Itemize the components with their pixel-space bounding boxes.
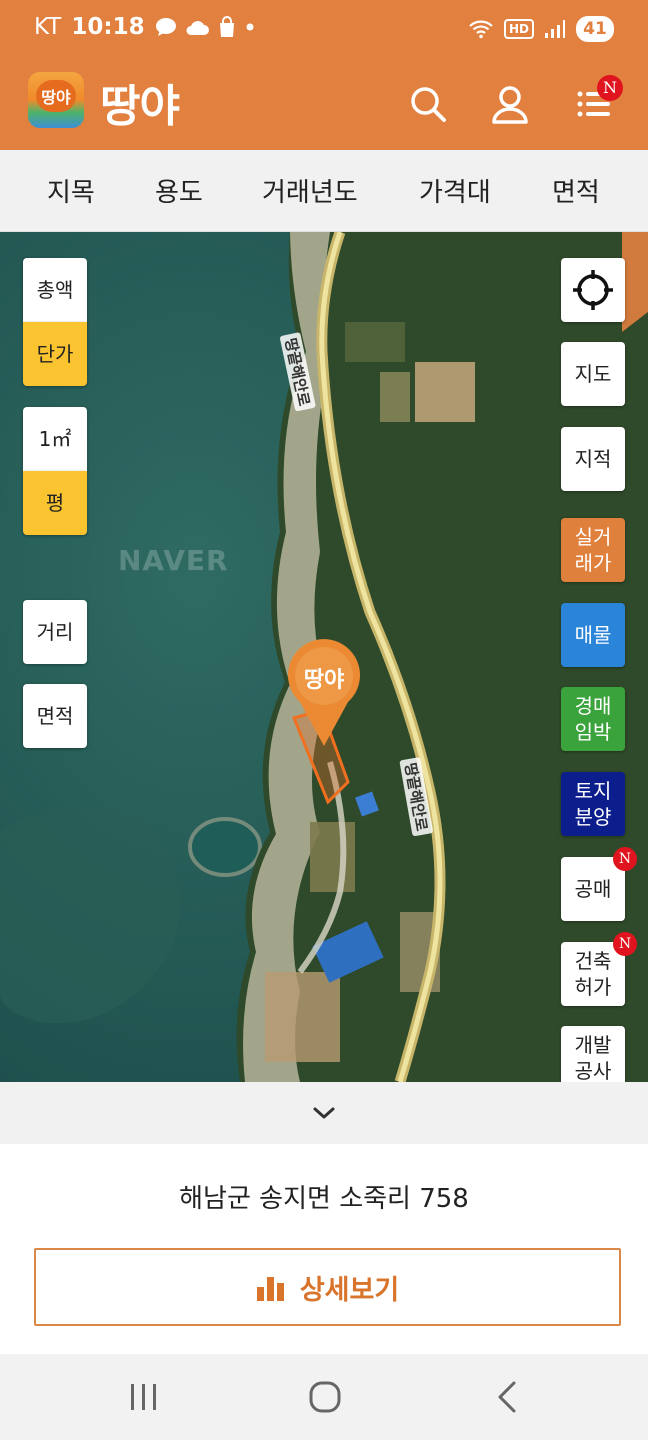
map-layer-button[interactable]: 지도: [561, 342, 625, 406]
filter-zoning[interactable]: 용도: [155, 172, 203, 209]
recent-apps-icon[interactable]: [128, 1380, 160, 1414]
dot-icon: [246, 23, 254, 31]
permit-new-badge: N: [613, 932, 637, 956]
crosshair-icon: [573, 270, 613, 310]
listings-button[interactable]: 매물: [561, 603, 625, 667]
app-logo-text[interactable]: 땅야: [100, 70, 180, 134]
parcel-info-panel: 해남군 송지면 소죽리 758 상세보기: [0, 1144, 648, 1354]
my-location-button[interactable]: [561, 258, 625, 322]
location-marker-pin[interactable]: 땅야: [286, 638, 362, 748]
parcel-address: 해남군 송지면 소죽리 758: [179, 1184, 469, 1214]
battery-indicator: 41: [576, 16, 614, 42]
building-permit-button[interactable]: 건축 허가 N: [561, 932, 637, 1006]
system-navigation-bar: [0, 1354, 648, 1440]
hd-voice-icon: HD: [503, 19, 534, 39]
filter-price-range[interactable]: 가격대: [419, 172, 491, 209]
auction-soon-button[interactable]: 경매 임박: [561, 687, 625, 751]
clock: 10:18: [71, 14, 145, 40]
user-icon[interactable]: [488, 82, 532, 126]
development-work-button[interactable]: 개발 공사: [561, 1026, 625, 1082]
total-price-toggle[interactable]: 총액: [23, 258, 87, 322]
shopping-bag-icon: [219, 16, 234, 37]
dev-label-line1: 개발: [574, 1033, 612, 1057]
land-sale-label-line1: 토지: [574, 779, 612, 803]
marker-label: 땅야: [303, 668, 345, 693]
status-right: HD 41: [468, 16, 614, 42]
distance-measure-button[interactable]: 거리: [23, 600, 87, 664]
unit-price-toggle[interactable]: 단가: [23, 322, 87, 386]
filter-trade-year[interactable]: 거래년도: [262, 172, 358, 209]
view-details-label: 상세보기: [299, 1274, 400, 1306]
filter-land-category[interactable]: 지목: [47, 172, 95, 209]
filter-area[interactable]: 면적: [552, 172, 600, 209]
status-left: KT 10:18: [34, 14, 255, 40]
home-icon[interactable]: [308, 1380, 342, 1414]
signal-icon: [545, 20, 565, 38]
real-trade-label-line2: 래가: [574, 551, 612, 575]
map-view[interactable]: NAVER 땅끝해안로 땅끝해안로 땅야 총액 단가 1㎡ 평 거리 면적 지도…: [0, 232, 648, 1082]
auction-label-line2: 임박: [574, 720, 612, 744]
land-sale-label-line2: 분양: [574, 805, 612, 829]
naver-watermark: NAVER: [118, 544, 229, 577]
pyeong-unit-toggle[interactable]: 평: [23, 471, 87, 535]
app-header: 땅야 땅야 N: [0, 60, 648, 150]
wifi-icon: [469, 20, 493, 39]
search-icon[interactable]: [406, 82, 450, 126]
area-measure-button[interactable]: 면적: [23, 684, 87, 748]
real-trade-price-button[interactable]: 실거 래가: [561, 518, 625, 582]
circular-pond: [188, 817, 262, 877]
view-details-button[interactable]: 상세보기: [34, 1248, 621, 1326]
cadastral-layer-button[interactable]: 지적: [561, 427, 625, 491]
permit-label-line2: 허가: [574, 975, 612, 999]
panel-collapse-bar[interactable]: [0, 1082, 648, 1144]
carrier-label: KT: [34, 14, 62, 40]
back-icon[interactable]: [494, 1380, 520, 1414]
menu-new-badge: N: [597, 75, 623, 101]
logo-badge-label: 땅야: [41, 88, 71, 107]
public-sale-label: 공매: [574, 877, 612, 901]
bar-chart-icon: [256, 1277, 284, 1301]
auction-label-line1: 경매: [574, 694, 612, 718]
public-sale-button[interactable]: 공매 N: [561, 847, 637, 921]
public-sale-new-badge: N: [613, 847, 637, 871]
dev-label-line2: 공사: [574, 1059, 612, 1082]
land-sale-button[interactable]: 토지 분양: [561, 772, 625, 836]
real-trade-label-line1: 실거: [574, 525, 612, 549]
chat-icon: [155, 18, 176, 36]
chevron-down-icon: [313, 1107, 335, 1119]
app-logo-badge[interactable]: 땅야: [28, 72, 84, 128]
sqm-unit-toggle[interactable]: 1㎡: [23, 407, 87, 471]
notification-icons: [155, 16, 255, 38]
filter-bar: 지목 용도 거래년도 가격대 면적: [0, 150, 648, 232]
permit-label-line1: 건축: [574, 949, 612, 973]
cloud-icon: [186, 21, 209, 35]
status-bar: KT 10:18 HD 41: [0, 0, 648, 60]
